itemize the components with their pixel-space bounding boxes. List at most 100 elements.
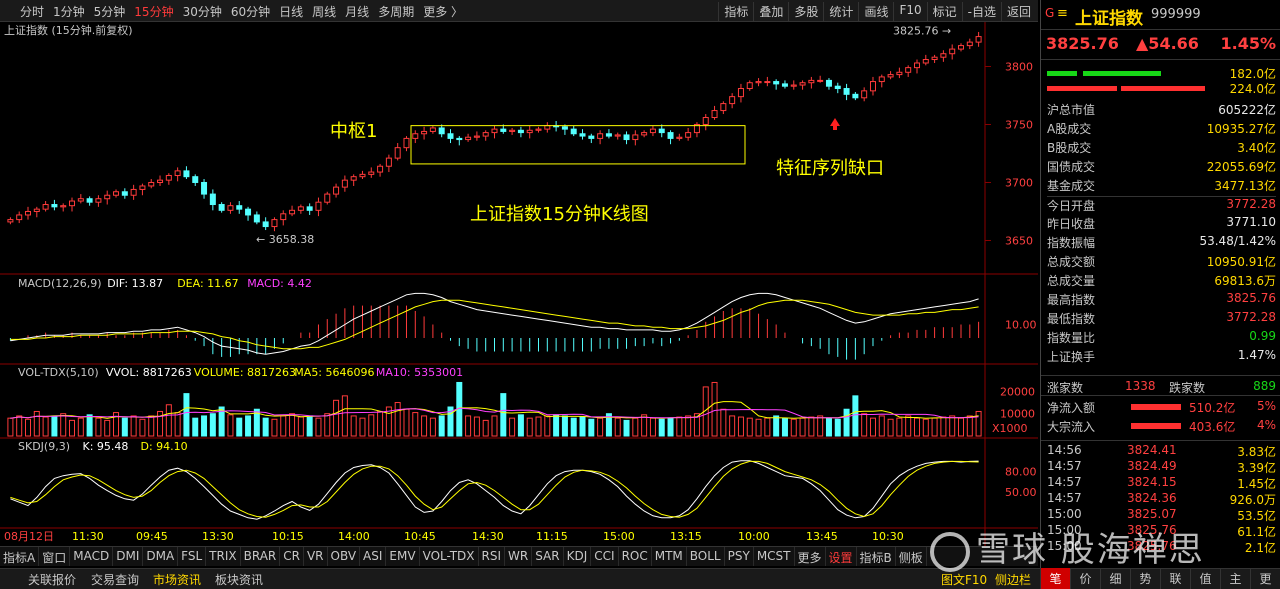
- indicator-tab[interactable]: MTM: [652, 547, 687, 566]
- period-tab[interactable]: 月线: [345, 3, 369, 20]
- indicator-tab[interactable]: EMV: [386, 547, 420, 566]
- indicator-tab[interactable]: MACD: [70, 547, 114, 566]
- vol-bar: [570, 417, 577, 437]
- indicator-tab[interactable]: 设置: [826, 547, 857, 566]
- indicator-tab[interactable]: VOL-TDX: [420, 547, 479, 566]
- indicator-tab[interactable]: BOLL: [687, 547, 725, 566]
- indicator-tab[interactable]: DMI: [113, 547, 144, 566]
- indicator-tab[interactable]: 窗口: [39, 547, 71, 566]
- candle: [121, 191, 128, 196]
- vol-bar: [77, 417, 84, 437]
- candle: [403, 137, 410, 149]
- indicator-tab[interactable]: RSI: [479, 547, 506, 566]
- period-tab[interactable]: 60分钟: [231, 3, 270, 20]
- macd-legend: MACD(12,26,9): [18, 277, 102, 290]
- vol-tick-label: 20000: [1000, 385, 1035, 398]
- tool-button[interactable]: 叠加: [753, 2, 788, 21]
- indicator-tab[interactable]: DMA: [143, 547, 179, 566]
- period-tab[interactable]: 15分钟: [134, 3, 173, 20]
- panel-tab[interactable]: 值: [1190, 568, 1220, 589]
- vol-bar: [509, 417, 516, 437]
- vol-bar: [16, 415, 23, 437]
- bottom-tab[interactable]: 板块资讯: [215, 571, 263, 588]
- indicator-tab[interactable]: FSL: [178, 547, 207, 566]
- up-count-label: 涨家数: [1047, 381, 1084, 395]
- panel-tab[interactable]: 笔: [1040, 568, 1070, 589]
- bottom-tab[interactable]: 交易查询: [91, 571, 139, 588]
- indicator-tab[interactable]: 更多: [795, 547, 826, 566]
- panel-tab[interactable]: 更: [1250, 568, 1280, 589]
- vol-bar: [975, 410, 982, 437]
- indicator-tab[interactable]: CR: [280, 547, 304, 566]
- bottom-right-button[interactable]: 侧边栏: [995, 571, 1031, 588]
- period-tab[interactable]: 分时: [20, 3, 44, 20]
- panel-tab[interactable]: 价: [1070, 568, 1100, 589]
- panel-tab[interactable]: 势: [1130, 568, 1160, 589]
- period-tab[interactable]: 日线: [279, 3, 303, 20]
- indicator-tab[interactable]: WR: [505, 547, 533, 566]
- panel-tab[interactable]: 联: [1160, 568, 1190, 589]
- stat-value: 69813.6万: [1214, 274, 1276, 288]
- candle: [755, 81, 762, 84]
- bottom-tab[interactable]: 市场资讯: [153, 571, 201, 588]
- tool-button[interactable]: 指标: [718, 2, 753, 21]
- indicator-tab[interactable]: SAR: [532, 547, 564, 566]
- tool-button[interactable]: 统计: [823, 2, 858, 21]
- menu-icon[interactable]: ≡: [1057, 6, 1068, 21]
- indicator-tab[interactable]: TRIX: [206, 547, 241, 566]
- period-tab[interactable]: 更多 〉: [423, 3, 463, 20]
- indicator-tab[interactable]: ASI: [360, 547, 387, 566]
- candle: [280, 213, 287, 221]
- tool-button[interactable]: 返回: [1000, 2, 1036, 21]
- candle: [729, 96, 736, 105]
- stat-value: 22055.69亿: [1206, 160, 1276, 174]
- buy-bar: [1047, 71, 1077, 76]
- tool-button[interactable]: 多股: [788, 2, 823, 21]
- candle: [359, 173, 366, 178]
- indicator-tab[interactable]: ROC: [619, 547, 652, 566]
- kline-chart[interactable]: 上证指数 (15分钟.前复权) 3800 3750 3700 3650 3825.76 →…: [0, 22, 1038, 546]
- indicator-tab[interactable]: BRAR: [241, 547, 281, 566]
- panel-tab[interactable]: 主: [1220, 568, 1250, 589]
- candle: [157, 179, 164, 183]
- indicator-tab[interactable]: 指标B: [857, 547, 896, 566]
- candle: [262, 221, 269, 228]
- indicator-tab[interactable]: PSY: [725, 547, 754, 566]
- skdj-d-line: [10, 460, 979, 518]
- period-tab[interactable]: 多周期: [378, 3, 414, 20]
- time-label: 09:45: [136, 530, 168, 543]
- indicator-tab[interactable]: VR: [304, 547, 328, 566]
- tool-button[interactable]: 画线: [858, 2, 893, 21]
- tool-button[interactable]: 标记: [926, 2, 962, 21]
- candle: [491, 128, 498, 134]
- tick-time: 14:57: [1047, 475, 1082, 489]
- period-tab[interactable]: 1分钟: [53, 3, 85, 20]
- vol-bar: [324, 413, 331, 437]
- bottom-tab[interactable]: 关联报价: [28, 571, 76, 588]
- indicator-tab[interactable]: KDJ: [564, 547, 592, 566]
- flow-label: 大宗流入: [1047, 420, 1096, 434]
- candle: [790, 84, 797, 87]
- tool-button[interactable]: -自选: [961, 2, 1001, 21]
- period-tab[interactable]: 30分钟: [183, 3, 222, 20]
- indicator-tab[interactable]: OBV: [328, 547, 361, 566]
- period-tab[interactable]: 周线: [312, 3, 336, 20]
- indicator-tab[interactable]: MCST: [754, 547, 795, 566]
- vol-bar: [421, 415, 428, 437]
- period-tab[interactable]: 5分钟: [94, 3, 126, 20]
- candle: [482, 132, 489, 137]
- candle: [51, 204, 58, 208]
- bottom-right-button[interactable]: 图文F10: [941, 571, 987, 588]
- vol-bar: [834, 418, 841, 437]
- panel-tab[interactable]: 细: [1100, 568, 1130, 589]
- candle: [429, 127, 436, 132]
- vol-bar: [623, 419, 630, 437]
- vol-bar: [843, 408, 850, 437]
- indicator-tab[interactable]: 指标A: [0, 547, 40, 566]
- tool-button[interactable]: F10: [893, 2, 926, 21]
- candle: [878, 76, 885, 83]
- indicator-tab[interactable]: 侧板: [896, 547, 927, 566]
- indicator-tab[interactable]: CCI: [591, 547, 619, 566]
- time-label: 13:45: [806, 530, 838, 543]
- candle: [931, 56, 938, 61]
